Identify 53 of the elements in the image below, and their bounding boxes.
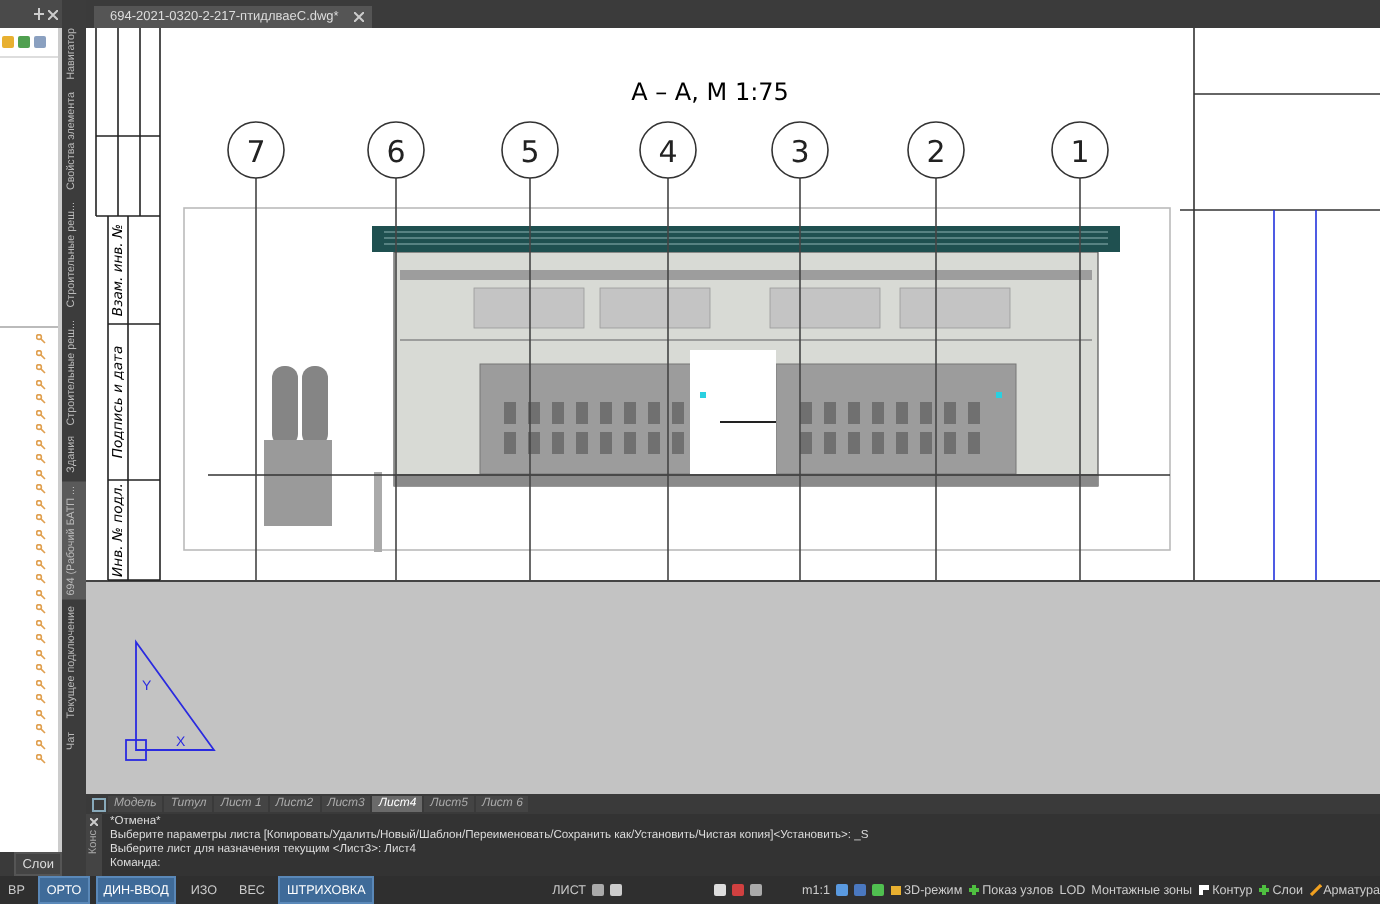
axis-marker [1051,121,1109,179]
key-icon [36,499,46,509]
axis-label: 2 [926,134,946,170]
axis-marker [501,121,559,179]
plus-icon [968,884,981,896]
key-icon [36,559,46,569]
axis-label: 5 [520,134,540,170]
key-icon [36,604,46,614]
axis-label: 4 [658,134,678,170]
key-icon [36,694,46,704]
section-title: А – А, М 1:75 [631,78,789,106]
key-icon [36,484,46,494]
key-icon [36,619,46,629]
key-icon [36,679,46,689]
key-icon [36,394,46,404]
key-icon [36,409,46,419]
key-icon [36,664,46,674]
axis-label: 6 [386,134,406,170]
key-icon [36,739,46,749]
key-icon [36,439,46,449]
key-icon [36,574,46,584]
key-icon [36,724,46,734]
plus-icon [1258,884,1271,896]
pencil-icon [1309,884,1322,896]
key-icon [36,334,46,344]
axis-marker [227,121,285,179]
key-icon [36,589,46,599]
key-icon [36,349,46,359]
key-icon [36,424,46,434]
close-icon[interactable] [90,818,98,826]
save-icon[interactable] [92,797,106,811]
key-icon [36,379,46,389]
key-icon [36,754,46,764]
close-icon[interactable] [354,12,365,22]
key-icon [36,544,46,554]
ucs-icon [125,639,216,761]
axis-marker [367,121,425,179]
key-icon [36,709,46,719]
axis-label: 1 [1070,134,1090,170]
axis-marker [771,121,829,179]
key-icon [36,649,46,659]
key-icon [36,364,46,374]
key-icon [36,634,46,644]
key-icon [36,469,46,479]
axis-label: 3 [790,134,810,170]
key-icon [36,514,46,524]
key-icon [36,529,46,539]
flag-icon [1198,884,1211,896]
axis-marker [907,121,965,179]
close-icon[interactable] [48,9,58,19]
key-icon [36,454,46,464]
axis-marker [639,121,697,179]
axis-label: 7 [246,134,266,170]
